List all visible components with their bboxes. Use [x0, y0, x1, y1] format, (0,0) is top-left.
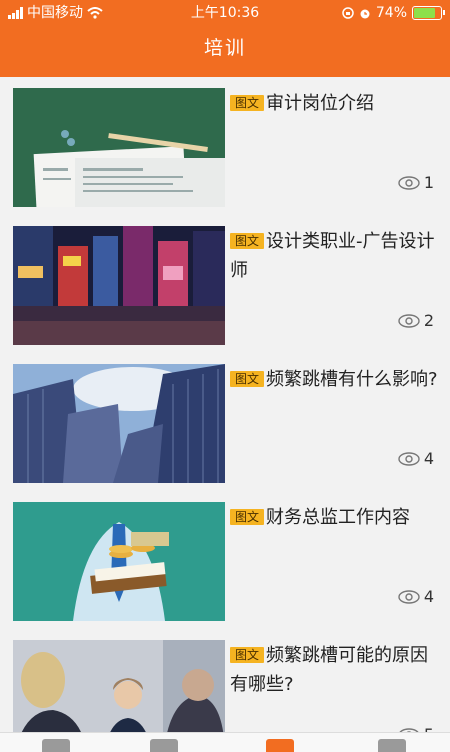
article-title-block[interactable]: 图文 财务总监工作内容: [230, 503, 440, 532]
article-title-block[interactable]: 图文 频繁跳槽可能的原因有哪些?: [230, 641, 440, 699]
article-title: 频繁跳槽有什么影响?: [266, 369, 438, 390]
view-count-value: 4: [423, 449, 434, 468]
article-title-block[interactable]: 图文 设计类职业-广告设计师: [230, 227, 440, 285]
article-type-tag: 图文: [230, 509, 265, 525]
alarm-icon: [360, 9, 370, 19]
article-item[interactable]: 图文频繁跳槽可能的原因有哪些? 5: [0, 629, 450, 732]
status-bar: 中国移动 上午10:36 74%: [0, 0, 450, 26]
view-count: 4: [398, 449, 434, 468]
app-screen: 中国移动 上午10:36 74% 培训 图文 审计岗位介绍 1 图文 设计类职业…: [0, 0, 450, 752]
battery-icon: [412, 6, 445, 20]
eye-icon: [398, 451, 420, 466]
view-count: 2: [398, 311, 434, 330]
article-item[interactable]: 图文 频繁跳槽有什么影响? 4: [0, 353, 450, 491]
page-title: 培训: [203, 37, 246, 59]
view-count: 5: [398, 725, 434, 732]
article-item[interactable]: 图文 设计类职业-广告设计师 2: [0, 215, 450, 353]
article-list[interactable]: 图文 审计岗位介绍 1 图文 设计类职业-广告设计师 2 图文 频繁跳槽有什么影…: [0, 77, 450, 732]
article-type-tag: 图文: [230, 647, 265, 663]
article-type-tag: 图文: [230, 95, 265, 111]
article-type-tag: 图文: [230, 371, 265, 387]
article-title: 财务总监工作内容: [266, 507, 411, 528]
view-count: 1: [398, 173, 434, 192]
article-item[interactable]: 图文 财务总监工作内容 4: [0, 491, 450, 629]
tab-profile-icon[interactable]: [378, 739, 406, 752]
article-thumbnail[interactable]: [13, 226, 225, 345]
view-count: 4: [398, 587, 434, 606]
eye-icon: [398, 589, 420, 604]
view-count-value: 2: [423, 311, 434, 330]
article-thumbnail[interactable]: [13, 88, 225, 207]
bottom-tab-bar: [0, 732, 450, 752]
article-thumbnail[interactable]: [13, 640, 225, 732]
status-right: 74%: [342, 0, 445, 26]
view-count-value: 4: [423, 587, 434, 606]
article-item[interactable]: 图文 审计岗位介绍 1: [0, 77, 450, 215]
eye-icon: [398, 175, 420, 190]
view-count-value: 5: [424, 725, 434, 732]
article-title-block[interactable]: 图文 频繁跳槽有什么影响?: [230, 365, 440, 394]
lock-rotation-icon: [342, 7, 354, 19]
article-type-tag: 图文: [230, 233, 265, 249]
article-thumbnail[interactable]: [13, 364, 225, 483]
tab-courses-icon[interactable]: [150, 739, 178, 752]
battery-percent: 74%: [375, 5, 407, 21]
article-thumbnail[interactable]: [13, 502, 225, 621]
tab-home-icon[interactable]: [42, 739, 70, 752]
app-header: 中国移动 上午10:36 74% 培训: [0, 0, 450, 77]
tab-training-icon[interactable]: [266, 739, 294, 752]
view-count-value: 1: [423, 173, 434, 192]
eye-icon: [398, 313, 420, 328]
article-title: 审计岗位介绍: [266, 93, 375, 114]
article-title-block[interactable]: 图文 审计岗位介绍: [230, 89, 440, 118]
